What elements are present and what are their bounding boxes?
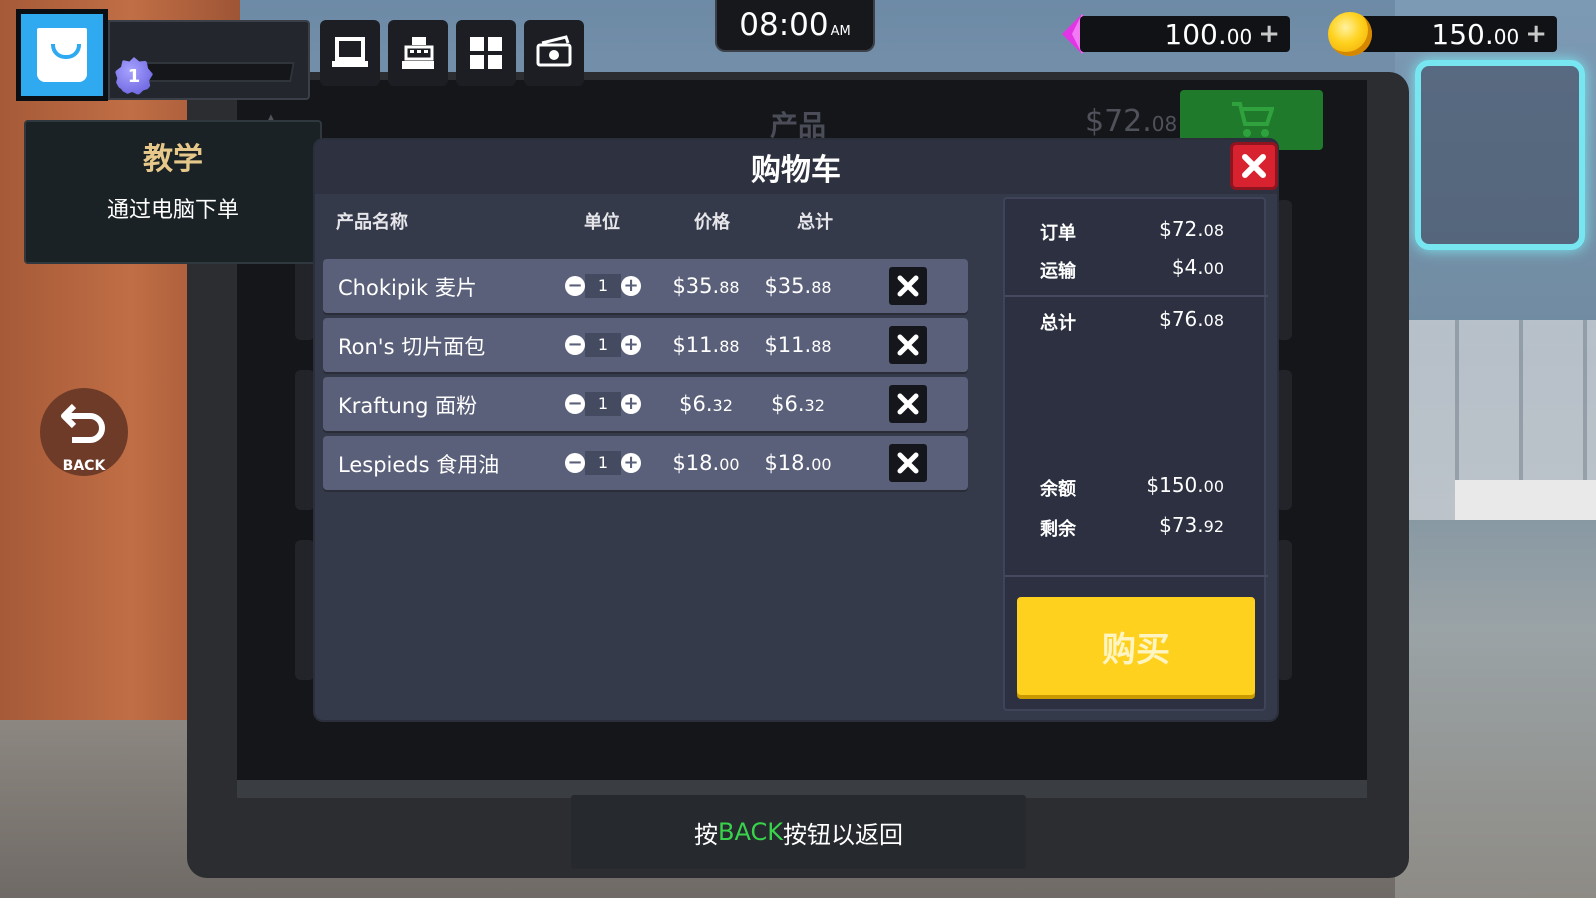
summary-divider (1005, 575, 1268, 577)
item-price: $11.88 (672, 333, 740, 357)
shop-logo[interactable] (16, 9, 108, 101)
background-cart-total: $72.08 (1085, 104, 1178, 139)
column-header-name: 产品名称 (336, 212, 408, 233)
store-counter (1455, 480, 1596, 520)
item-name: Lespieds 食用油 (338, 453, 500, 477)
item-qty[interactable]: 1 (585, 333, 621, 357)
increase-qty-button[interactable]: + (621, 453, 641, 473)
tutorial-panel: 教学 通过电脑下单 (24, 120, 322, 264)
scene-store-view (1395, 0, 1596, 898)
back-button[interactable]: BACK (40, 388, 128, 476)
add-coins-button[interactable]: + (1525, 19, 1547, 49)
item-price: $35.88 (672, 274, 740, 298)
product-card (295, 370, 315, 510)
shipping-label: 运输 (1040, 261, 1076, 282)
item-name: Kraftung 面粉 (338, 394, 478, 418)
order-label: 订单 (1040, 223, 1076, 244)
remaining-label: 剩余 (1040, 519, 1076, 540)
decrease-qty-button[interactable]: − (565, 276, 585, 296)
item-name: Chokipik 麦片 (338, 276, 477, 300)
tutorial-description: 通过电脑下单 (106, 198, 239, 223)
item-qty[interactable]: 1 (585, 274, 621, 298)
increase-qty-button[interactable]: + (621, 335, 641, 355)
cart-icon (1231, 102, 1274, 137)
shopping-bag-icon (21, 14, 103, 96)
hint-prefix: 按 (694, 820, 719, 849)
item-total: $18.00 (764, 451, 832, 475)
item-price: $18.00 (672, 451, 740, 475)
order-value: $72.08 (1159, 217, 1224, 241)
tutorial-title: 教学 (143, 142, 203, 177)
decrease-qty-button[interactable]: − (565, 335, 585, 355)
grid-button[interactable] (456, 20, 516, 86)
item-total: $11.88 (764, 333, 832, 357)
item-price: $6.32 (679, 392, 733, 416)
buy-button[interactable]: 购买 (1017, 597, 1255, 695)
item-qty[interactable]: 1 (585, 451, 621, 475)
balance-label: 余额 (1040, 479, 1076, 500)
product-card (1276, 540, 1292, 680)
coin-balance: 150. 00 + (1347, 16, 1557, 52)
column-header-unit: 单位 (584, 212, 620, 233)
remove-icon (897, 452, 919, 474)
item-qty[interactable]: 1 (585, 392, 621, 416)
products-header: 产品 (770, 109, 827, 142)
column-header-total: 总计 (797, 212, 833, 233)
remove-item-button[interactable] (889, 326, 927, 364)
remove-icon (897, 393, 919, 415)
total-label: 总计 (1040, 313, 1076, 334)
remaining-value: $73.92 (1159, 513, 1224, 537)
remove-item-button[interactable] (889, 267, 927, 305)
product-card (1276, 370, 1292, 510)
cart-row: Kraftung 面粉 − 1 + $6.32 $6.32 (323, 377, 968, 431)
increase-qty-button[interactable]: + (621, 276, 641, 296)
coin-icon (1328, 12, 1372, 56)
cash-register-icon (402, 37, 434, 69)
clock-ampm: AM (830, 23, 851, 39)
item-name: Ron's 切片面包 (338, 335, 486, 359)
computer-button[interactable] (320, 20, 380, 86)
remove-item-button[interactable] (889, 385, 927, 423)
game-clock: 08:00 AM (715, 0, 875, 52)
remove-icon (897, 275, 919, 297)
product-card (295, 540, 315, 680)
add-gems-button[interactable]: + (1258, 19, 1280, 49)
item-total: $35.88 (764, 274, 832, 298)
grid-icon (470, 37, 502, 69)
cart-title: 购物车 (315, 140, 1277, 194)
balance-value: $150.00 (1146, 473, 1224, 497)
summary-divider (1005, 295, 1268, 297)
neon-sign (1415, 60, 1585, 250)
decrease-qty-button[interactable]: − (565, 394, 585, 414)
remove-item-button[interactable] (889, 444, 927, 482)
increase-qty-button[interactable]: + (621, 394, 641, 414)
cart-row: Chokipik 麦片 − 1 + $35.88 $35.88 (323, 259, 968, 313)
total-value: $76.08 (1159, 307, 1224, 331)
cart-row: Lespieds 食用油 − 1 + $18.00 $18.00 (323, 436, 968, 490)
toolbar (320, 20, 584, 90)
hint-suffix: 按钮以返回 (782, 820, 903, 849)
money-icon (536, 35, 572, 67)
product-card (1276, 200, 1292, 340)
close-icon (1242, 154, 1266, 178)
decrease-qty-button[interactable]: − (565, 453, 585, 473)
cart-row: Ron's 切片面包 − 1 + $11.88 $11.88 (323, 318, 968, 372)
clock-time: 08:00 (739, 7, 829, 43)
back-button-label: BACK (62, 458, 106, 474)
computer-icon (332, 37, 368, 67)
column-header-price: 价格 (694, 212, 730, 233)
shipping-value: $4.00 (1171, 255, 1224, 279)
undo-arrow-icon (61, 403, 105, 443)
money-button[interactable] (524, 20, 584, 86)
cash-register-button[interactable] (388, 20, 448, 86)
gem-balance: 100. 00 + (1080, 16, 1290, 52)
back-hint: 按 BACK 按钮以返回 (571, 795, 1026, 869)
remove-icon (897, 334, 919, 356)
hint-key: BACK (718, 818, 783, 846)
xp-bar (126, 62, 295, 82)
item-total: $6.32 (771, 392, 825, 416)
close-cart-button[interactable] (1230, 142, 1278, 190)
